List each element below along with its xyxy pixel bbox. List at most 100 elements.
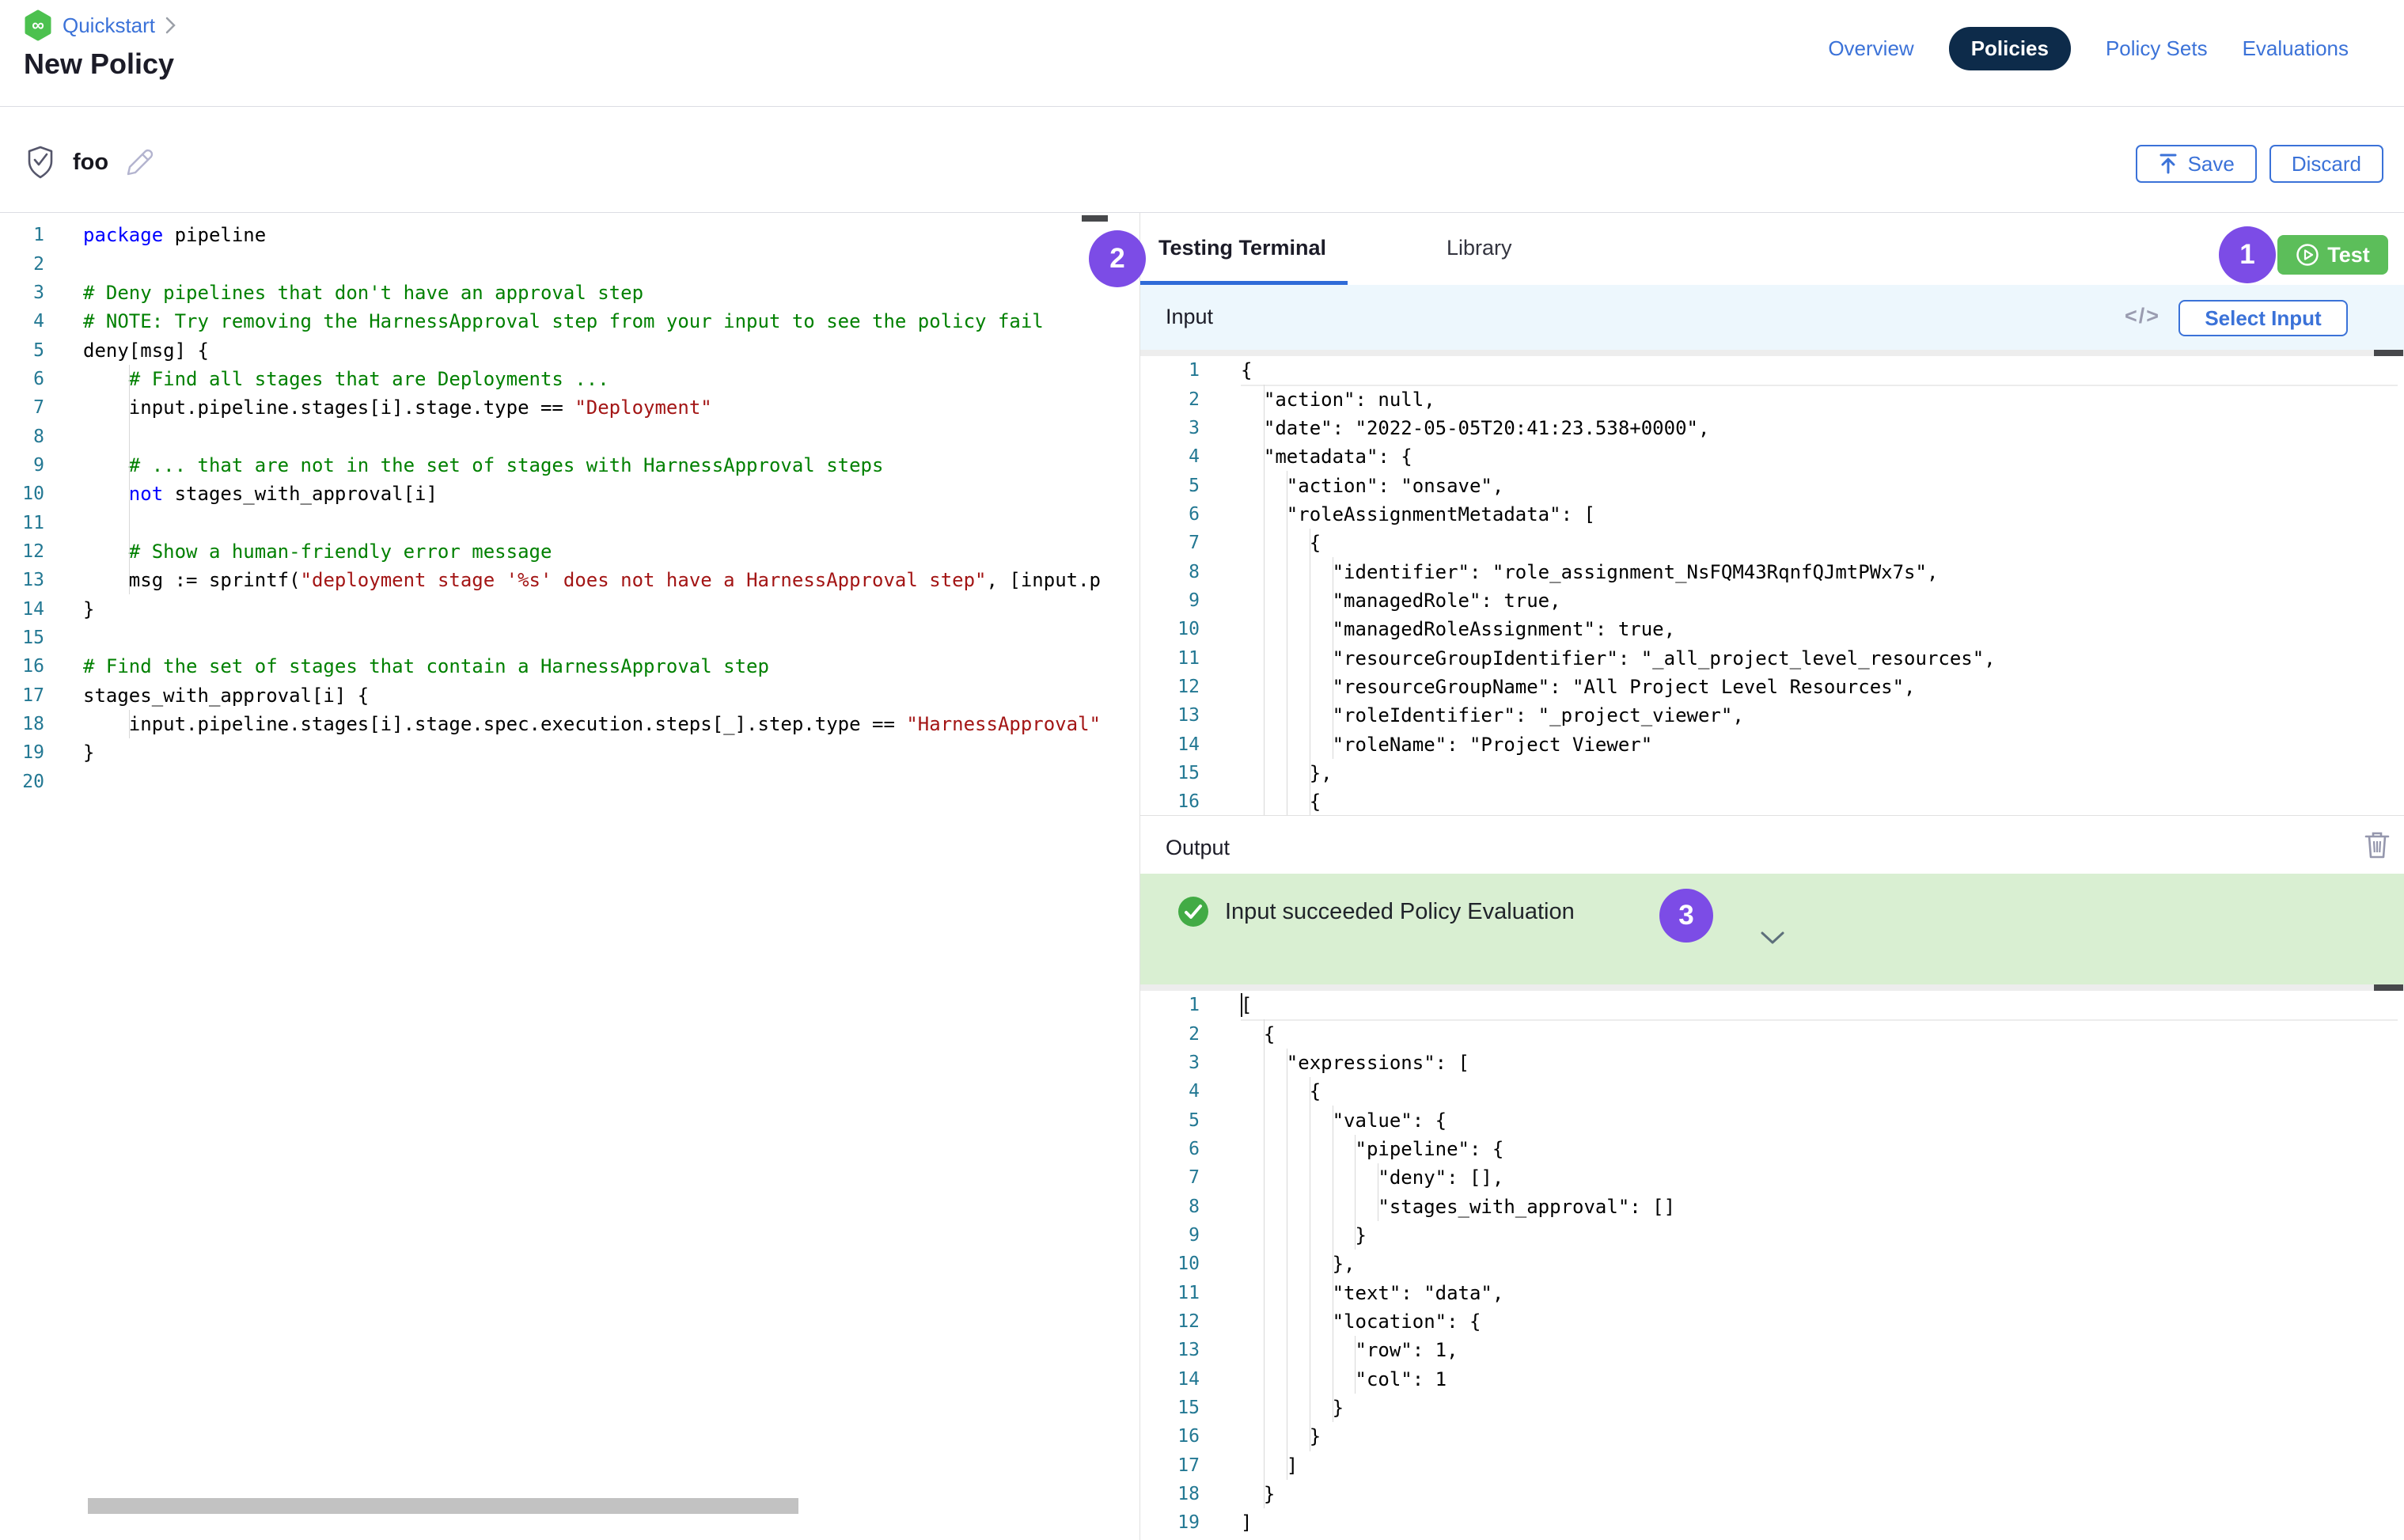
- code-line[interactable]: 10 "managedRoleAssignment": true,: [1140, 615, 2404, 643]
- code-line[interactable]: 3 "expressions": [: [1140, 1049, 2404, 1077]
- code-line[interactable]: 12 "location": {: [1140, 1307, 2404, 1336]
- indent-guide: [1264, 1049, 1265, 1077]
- policy-editor-hscrollbar[interactable]: [88, 1498, 798, 1514]
- trash-icon[interactable]: [2363, 830, 2391, 860]
- code-text: }: [1241, 1394, 2404, 1422]
- code-line[interactable]: 18 input.pipeline.stages[i].stage.spec.e…: [0, 710, 1139, 738]
- indent-guide: [1264, 414, 1265, 442]
- indent-guide: [1264, 1135, 1265, 1163]
- test-button[interactable]: Test: [2277, 235, 2388, 275]
- discard-button[interactable]: Discard: [2269, 145, 2383, 183]
- code-line[interactable]: 11: [0, 508, 1139, 537]
- indent-guide: [129, 365, 130, 393]
- code-text: package pipeline: [83, 221, 1139, 249]
- code-line[interactable]: 14 "roleName": "Project Viewer": [1140, 730, 2404, 758]
- input-editor-hscrollbar[interactable]: [1140, 350, 2404, 356]
- tab-library[interactable]: Library: [1447, 213, 1512, 283]
- code-line[interactable]: 9 }: [1140, 1221, 2404, 1250]
- code-line[interactable]: 6 # Find all stages that are Deployments…: [0, 365, 1139, 393]
- code-text: "action": "onsave",: [1241, 471, 2404, 499]
- indent-guide: [1264, 1336, 1265, 1364]
- code-line[interactable]: 2 {: [1140, 1019, 2404, 1048]
- code-line[interactable]: 14 "col": 1: [1140, 1364, 2404, 1393]
- nav-evaluations[interactable]: Evaluations: [2243, 36, 2349, 61]
- code-line[interactable]: 7 input.pipeline.stages[i].stage.type ==…: [0, 393, 1139, 422]
- code-line[interactable]: 6 "roleAssignmentMetadata": [: [1140, 500, 2404, 529]
- output-editor-hscrollbar-thumb[interactable]: [2374, 984, 2403, 991]
- code-line[interactable]: 3 "date": "2022-05-05T20:41:23.538+0000"…: [1140, 414, 2404, 442]
- indent-guide: [1264, 1278, 1265, 1307]
- shield-check-icon: [24, 144, 57, 180]
- code-line[interactable]: 13 "row": 1,: [1140, 1336, 2404, 1364]
- test-label: Test: [2327, 243, 2370, 267]
- code-line[interactable]: 16 {: [1140, 787, 2404, 816]
- input-json-editor[interactable]: 1{2 "action": null,3 "date": "2022-05-05…: [1140, 356, 2404, 817]
- code-line[interactable]: 17stages_with_approval[i] {: [0, 681, 1139, 710]
- code-line[interactable]: 10 not stages_with_approval[i]: [0, 480, 1139, 508]
- code-line[interactable]: 12 # Show a human-friendly error message: [0, 537, 1139, 566]
- upload-icon: [2158, 153, 2178, 175]
- code-line[interactable]: 15: [0, 624, 1139, 652]
- code-text: {: [1241, 1077, 2404, 1106]
- tab-testing-terminal[interactable]: Testing Terminal: [1158, 213, 1326, 283]
- code-line[interactable]: 18 }: [1140, 1480, 2404, 1508]
- code-line[interactable]: 16# Find the set of stages that contain …: [0, 652, 1139, 681]
- code-line[interactable]: 8 "identifier": "role_assignment_NsFQM43…: [1140, 557, 2404, 586]
- code-icon[interactable]: </>: [2125, 304, 2160, 328]
- code-line[interactable]: 12 "resourceGroupName": "All Project Lev…: [1140, 673, 2404, 701]
- code-line[interactable]: 3# Deny pipelines that don't have an app…: [0, 279, 1139, 307]
- code-text: # NOTE: Try removing the HarnessApproval…: [83, 307, 1139, 336]
- code-line[interactable]: 2: [0, 249, 1139, 278]
- indent-guide: [1264, 1192, 1265, 1220]
- chevron-down-icon[interactable]: [1760, 931, 1785, 949]
- code-line[interactable]: 15 }: [1140, 1394, 2404, 1422]
- code-text: # Show a human-friendly error message: [83, 537, 1139, 566]
- code-line[interactable]: 19]: [1140, 1508, 2404, 1537]
- output-editor-hscrollbar[interactable]: [1140, 984, 2404, 991]
- code-line[interactable]: 7 {: [1140, 529, 2404, 557]
- nav-overview[interactable]: Overview: [1828, 36, 1913, 61]
- code-line[interactable]: 7 "deny": [],: [1140, 1163, 2404, 1192]
- code-line[interactable]: 1[: [1140, 991, 2404, 1019]
- save-button[interactable]: Save: [2136, 145, 2257, 183]
- breadcrumb-link-quickstart[interactable]: Quickstart: [63, 13, 155, 38]
- code-line[interactable]: 13 "roleIdentifier": "_project_viewer",: [1140, 701, 2404, 730]
- code-line[interactable]: 11 "resourceGroupIdentifier": "_all_proj…: [1140, 643, 2404, 672]
- code-line[interactable]: 5 "action": "onsave",: [1140, 471, 2404, 499]
- code-text: "action": null,: [1241, 385, 2404, 413]
- nav-policies-active[interactable]: Policies: [1949, 27, 2071, 70]
- code-line[interactable]: 13 msg := sprintf("deployment stage '%s'…: [0, 566, 1139, 594]
- policy-editor-hscrollbar-thumb[interactable]: [1082, 215, 1108, 222]
- nav-policy-sets[interactable]: Policy Sets: [2106, 36, 2208, 61]
- code-line[interactable]: 4# NOTE: Try removing the HarnessApprova…: [0, 307, 1139, 336]
- code-text: ]: [1241, 1451, 2404, 1480]
- code-line[interactable]: 19}: [0, 738, 1139, 767]
- code-line[interactable]: 9 # ... that are not in the set of stage…: [0, 451, 1139, 480]
- code-line[interactable]: 15 },: [1140, 759, 2404, 787]
- code-line[interactable]: 1{: [1140, 356, 2404, 385]
- code-line[interactable]: 8: [0, 422, 1139, 450]
- edit-pencil-icon[interactable]: [124, 146, 156, 178]
- code-line[interactable]: 17 ]: [1140, 1451, 2404, 1480]
- code-line[interactable]: 8 "stages_with_approval": []: [1140, 1192, 2404, 1220]
- play-circle-icon: [2296, 243, 2319, 267]
- code-line[interactable]: 4 "metadata": {: [1140, 442, 2404, 471]
- select-input-button[interactable]: Select Input: [2178, 300, 2348, 336]
- code-line[interactable]: 5deny[msg] {: [0, 336, 1139, 364]
- output-json-editor[interactable]: 1[2 {3 "expressions": [4 {5 "value": {6 …: [1140, 991, 2404, 1540]
- code-line[interactable]: 20: [0, 768, 1139, 796]
- input-editor-hscrollbar-thumb[interactable]: [2374, 350, 2403, 356]
- policy-editor[interactable]: 1package pipeline23# Deny pipelines that…: [0, 213, 1139, 1540]
- code-line[interactable]: 1package pipeline: [0, 221, 1139, 249]
- code-line[interactable]: 14}: [0, 594, 1139, 623]
- code-line[interactable]: 9 "managedRole": true,: [1140, 586, 2404, 615]
- code-line[interactable]: 10 },: [1140, 1250, 2404, 1278]
- code-line[interactable]: 11 "text": "data",: [1140, 1278, 2404, 1307]
- code-line[interactable]: 6 "pipeline": {: [1140, 1135, 2404, 1163]
- output-label: Output: [1166, 816, 1230, 879]
- code-line[interactable]: 16 }: [1140, 1422, 2404, 1451]
- indent-guide: [1264, 1019, 1265, 1048]
- code-line[interactable]: 5 "value": {: [1140, 1106, 2404, 1134]
- code-line[interactable]: 2 "action": null,: [1140, 385, 2404, 413]
- code-line[interactable]: 4 {: [1140, 1077, 2404, 1106]
